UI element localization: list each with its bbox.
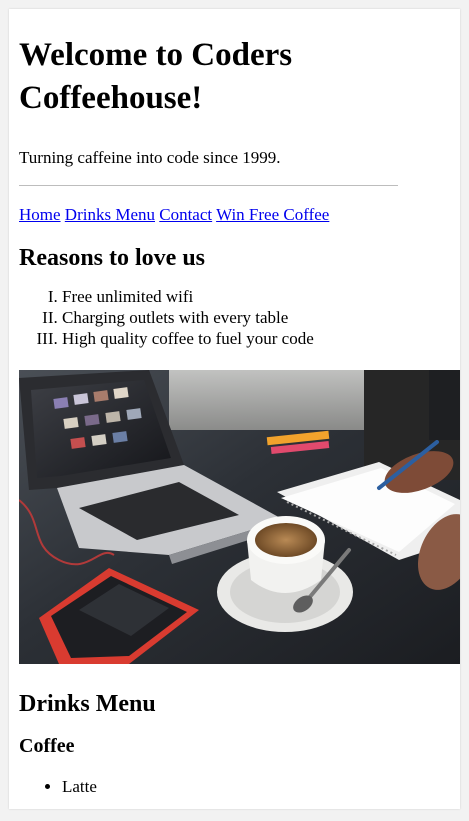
reasons-heading: Reasons to love us [19,245,206,271]
nav-link-contact[interactable]: Contact [159,205,212,224]
nav-link-win-free-coffee[interactable]: Win Free Coffee [216,205,329,224]
tagline: Turning caffeine into code since 1999. [19,148,281,167]
coffee-list: Latte [19,776,460,797]
drinks-menu-heading: Drinks Menu [19,691,156,717]
coffee-heading: Coffee [19,735,75,757]
list-item: Free unlimited wifi [62,286,460,307]
coffee-desk-photo [19,370,460,664]
reasons-list: Free unlimited wifi Charging outlets wit… [19,286,460,349]
list-item: Latte [62,776,460,797]
main-content: Welcome to Coders Coffeehouse! Turning c… [19,34,460,349]
page: Welcome to Coders Coffeehouse! Turning c… [9,9,460,809]
nav-link-drinks-menu[interactable]: Drinks Menu [65,205,155,224]
nav-link-home[interactable]: Home [19,205,61,224]
main-nav: Home Drinks Menu Contact Win Free Coffee [19,204,460,226]
page-title: Welcome to Coders Coffeehouse! [19,37,293,116]
hero-image [19,370,460,664]
list-item: High quality coffee to fuel your code [62,328,460,349]
divider [19,185,398,186]
list-item: Charging outlets with every table [62,307,460,328]
drinks-menu-section: Drinks Menu Coffee Latte [19,689,460,797]
